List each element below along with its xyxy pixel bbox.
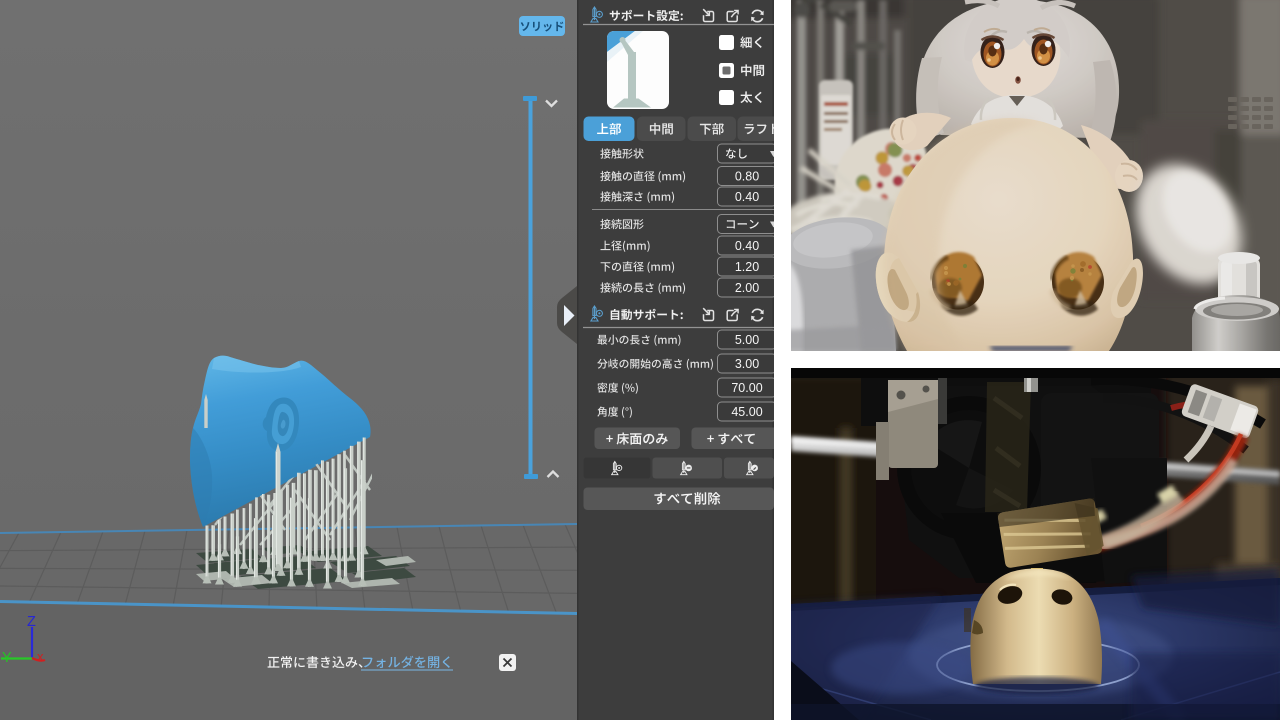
svg-text:0.40: 0.40 bbox=[735, 190, 759, 204]
svg-text:70.00: 70.00 bbox=[731, 381, 762, 395]
svg-text:Z: Z bbox=[27, 614, 36, 630]
svg-text:1.20: 1.20 bbox=[735, 260, 759, 274]
svg-text:x: x bbox=[37, 649, 44, 664]
svg-text:45.00: 45.00 bbox=[731, 405, 762, 419]
svg-text:3.00: 3.00 bbox=[735, 357, 759, 371]
svg-text:0.40: 0.40 bbox=[735, 239, 759, 253]
svg-text:Y: Y bbox=[2, 650, 12, 666]
svg-text:2.00: 2.00 bbox=[735, 281, 759, 295]
svg-text:5.00: 5.00 bbox=[735, 333, 759, 347]
svg-text:0.80: 0.80 bbox=[735, 170, 759, 184]
